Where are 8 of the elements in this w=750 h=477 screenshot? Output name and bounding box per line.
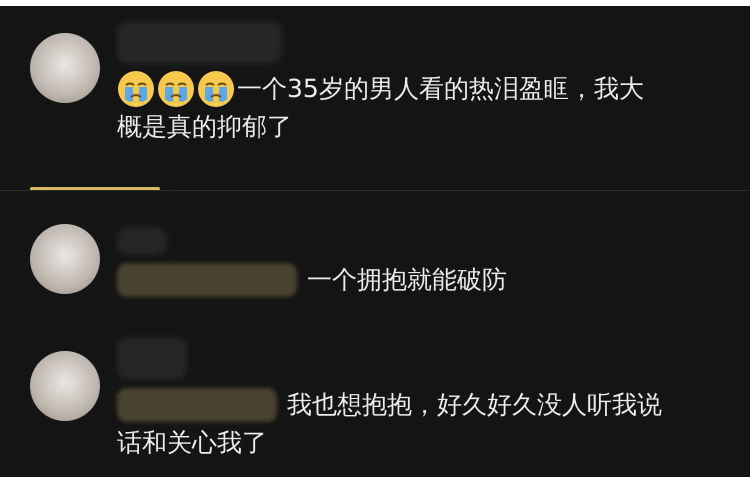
comment-text: 一个拥抱就能破防 xyxy=(307,264,507,296)
comment-text: 概是真的抑郁了 xyxy=(117,111,292,143)
crying-face-icon xyxy=(117,70,155,108)
crying-face-icon xyxy=(157,70,195,108)
comment-text: 话和关心我了 xyxy=(117,427,267,459)
crying-face-icon xyxy=(197,70,235,108)
comment-text: 一个35岁的男人看的热泪盈眶，我大 xyxy=(237,73,644,105)
comment-text: 我也想抱抱，好久好久没人听我说 xyxy=(287,389,662,421)
